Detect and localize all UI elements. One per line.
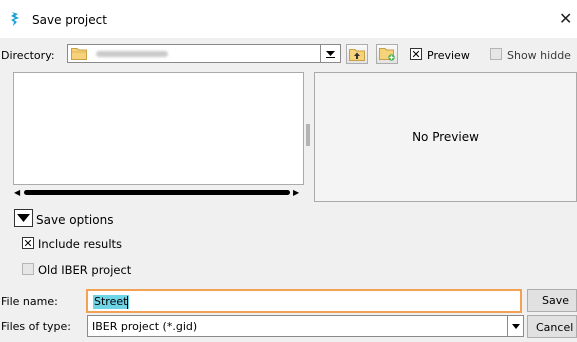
cancel-button-label: Cancel bbox=[536, 321, 574, 334]
scroll-left-icon[interactable]: ◀ bbox=[14, 188, 20, 197]
folder-icon bbox=[71, 48, 87, 60]
directory-path-redacted bbox=[96, 51, 168, 57]
preview-text: No Preview bbox=[412, 130, 479, 144]
dropdown-arrow-icon bbox=[326, 51, 335, 58]
new-folder-button[interactable] bbox=[376, 44, 398, 64]
folder-up-icon bbox=[349, 48, 365, 61]
directory-combo[interactable] bbox=[67, 44, 341, 63]
iber-logo-icon bbox=[11, 12, 19, 26]
save-options-label: Save options bbox=[36, 213, 114, 227]
save-button-label: Save bbox=[542, 294, 570, 307]
triangle-down-icon bbox=[17, 214, 30, 222]
close-icon[interactable]: ✕ bbox=[559, 9, 572, 28]
include-results-checkbox[interactable]: ✕ bbox=[22, 237, 34, 249]
file-type-label: Files of type: bbox=[1, 320, 72, 333]
window-title: Save project bbox=[32, 13, 107, 27]
preview-pane: No Preview bbox=[314, 72, 577, 202]
title-bar: Save project ✕ bbox=[0, 0, 577, 38]
preview-label: Preview bbox=[427, 49, 470, 62]
old-iber-project-checkbox[interactable] bbox=[22, 263, 34, 275]
include-results-label: Include results bbox=[38, 237, 123, 251]
dropdown-arrow-icon bbox=[512, 323, 520, 329]
file-name-value: Street bbox=[93, 295, 130, 309]
file-name-input[interactable]: Street bbox=[86, 289, 522, 313]
cancel-button[interactable]: Cancel bbox=[527, 315, 577, 338]
show-hidden-label: Show hidde bbox=[507, 49, 571, 62]
directory-label: Directory: bbox=[1, 49, 55, 62]
new-folder-icon bbox=[378, 48, 395, 61]
file-type-combo[interactable]: IBER project (*.gid) bbox=[87, 315, 524, 337]
scroll-right-icon[interactable]: ▶ bbox=[293, 188, 299, 197]
preview-checkbox[interactable]: ✕ bbox=[410, 48, 422, 60]
file-type-value: IBER project (*.gid) bbox=[92, 320, 198, 333]
horizontal-scrollbar-thumb[interactable] bbox=[24, 190, 290, 195]
directory-dropdown-button[interactable] bbox=[320, 44, 340, 63]
text-caret bbox=[127, 295, 129, 309]
folder-up-button[interactable] bbox=[346, 44, 368, 64]
file-type-dropdown-button[interactable] bbox=[507, 315, 524, 337]
pane-splitter-handle[interactable] bbox=[306, 124, 310, 146]
file-list[interactable] bbox=[13, 72, 304, 185]
save-button[interactable]: Save bbox=[527, 289, 577, 312]
old-iber-project-label: Old IBER project bbox=[38, 263, 132, 277]
show-hidden-checkbox[interactable] bbox=[490, 48, 502, 60]
file-name-label: File name: bbox=[1, 295, 58, 308]
save-options-toggle[interactable] bbox=[14, 209, 33, 227]
